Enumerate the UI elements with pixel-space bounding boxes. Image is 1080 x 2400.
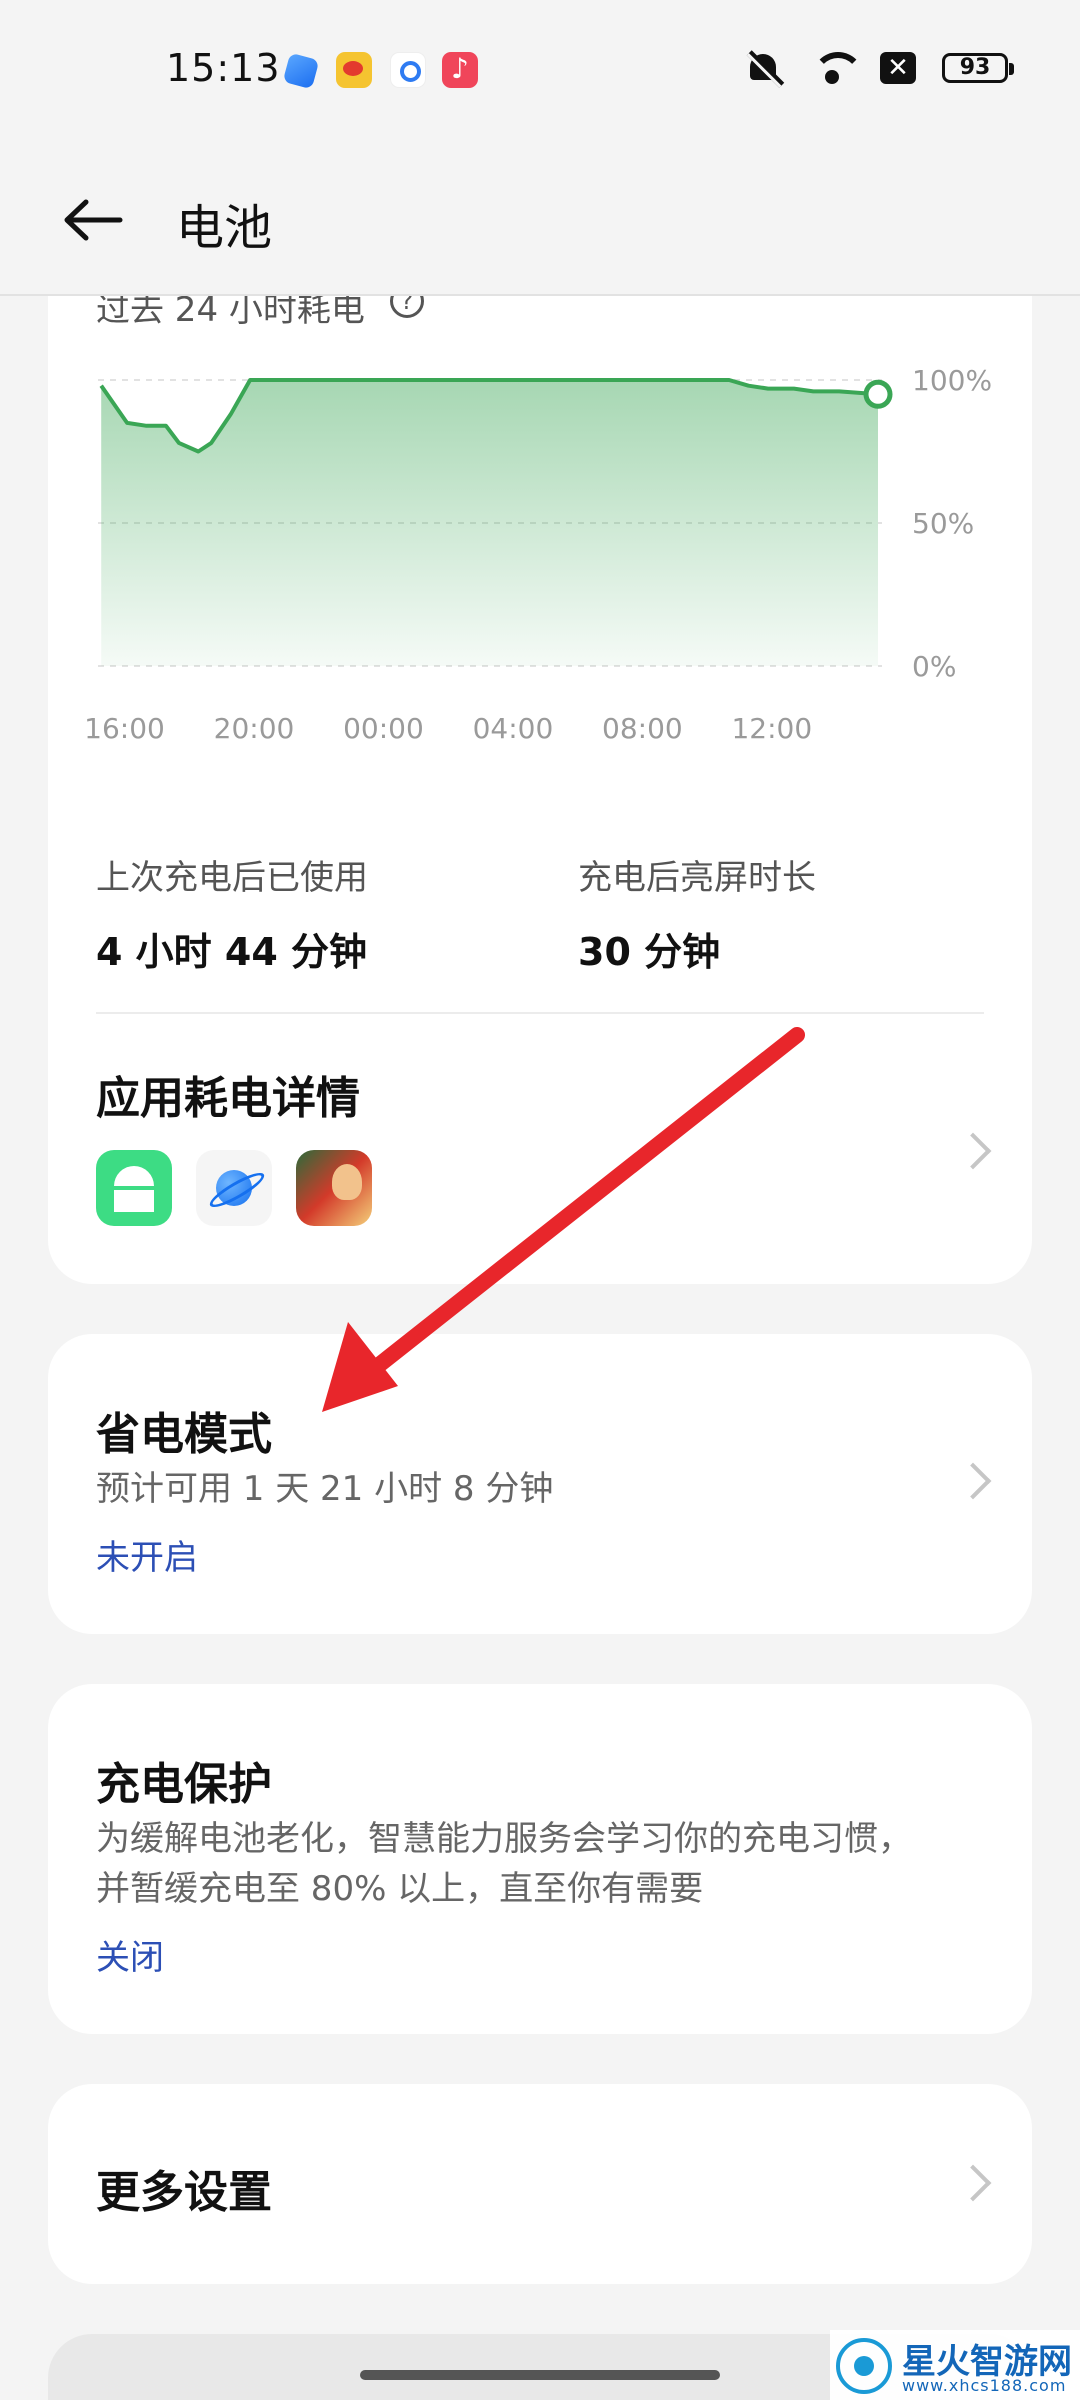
home-indicator[interactable] [360,2370,720,2380]
battery-icon: 93 [942,53,1014,83]
wifi-icon [810,48,864,88]
divider [96,1012,984,1014]
charge-protection-card[interactable]: 充电保护 为缓解电池老化，智慧能力服务会学习你的充电习惯， 并暂缓充电至 80%… [48,1684,1032,2034]
chart-y-tick-label: 0% [912,650,956,683]
title-bar: 电池 [0,140,1080,296]
charge-protection-state: 关闭 [96,1938,164,1978]
more-settings-card[interactable]: 更多设置 [48,2084,1032,2284]
game-icon [296,1150,372,1226]
chart-y-tick-label: 100% [912,364,992,397]
weibo-icon [336,52,372,88]
chart-area-fill [101,380,878,666]
mute-icon [744,48,784,88]
page-title: 电池 [176,200,273,256]
power-saving-state: 未开启 [96,1538,198,1578]
app-icon-list [96,1150,372,1226]
status-icons: ✕ 93 [744,48,1014,88]
chart-x-tick-label: 20:00 [214,712,295,745]
music-icon [442,52,478,88]
status-bar: 15:13 ✕ 93 [0,0,1080,140]
chevron-right-icon [954,1132,992,1170]
chevron-right-icon [954,1462,992,1500]
charge-protection-title: 充电保护 [96,1759,272,1810]
stat-value: 4 小时 44 分钟 [96,930,368,974]
watermark: 星火智游网 www.xhcs188.com [830,2330,1080,2400]
chart-x-tick-label: 08:00 [602,712,683,745]
app-blue-icon [282,52,320,90]
browser-icon [196,1150,272,1226]
stat-since-charge: 上次充电后已使用 4 小时 44 分钟 [96,850,368,976]
charge-protection-desc-line1: 为缓解电池老化，智慧能力服务会学习你的充电习惯， [96,1819,912,1859]
power-saving-card[interactable]: 省电模式 预计可用 1 天 21 小时 8 分钟 未开启 [48,1334,1032,1634]
more-settings-title: 更多设置 [96,2167,272,2218]
app-usage-title: 应用耗电详情 [96,1073,360,1124]
battery-usage-card: 过去 24 小时耗电 ? 100% 50% 0% 16:00 20:00 00:00 04… [48,240,1032,1284]
chevron-right-icon [954,2164,992,2202]
stat-value: 30 分钟 [578,930,721,974]
search-app-icon [390,52,426,88]
chart-x-tick-label: 04:00 [473,712,554,745]
close-box-icon: ✕ [880,52,916,84]
power-saving-estimate: 预计可用 1 天 21 小时 8 分钟 [96,1469,554,1509]
stat-label: 上次充电后已使用 [96,858,368,898]
chart-x-tick-label: 16:00 [84,712,165,745]
status-time: 15:13 [166,46,281,90]
stat-label: 充电后亮屏时长 [578,858,816,898]
chart-end-point [863,379,893,409]
chart-y-tick-label: 50% [912,507,974,540]
battery-usage-chart: 100% 50% 0% 16:00 20:00 00:00 04:00 08:00 12:00 [84,364,992,745]
chart-x-tick-label: 12:00 [731,712,812,745]
watermark-logo-icon [836,2338,892,2394]
stat-screen-on: 充电后亮屏时长 30 分钟 [578,850,816,976]
android-icon [96,1150,172,1226]
power-saving-title: 省电模式 [96,1409,272,1460]
watermark-url: www.xhcs188.com [902,2376,1067,2395]
chart-x-tick-label: 00:00 [343,712,424,745]
charge-protection-desc-line2: 并暂缓充电至 80% 以上，直至你有需要 [96,1869,704,1909]
arrow-left-icon[interactable] [62,198,124,242]
